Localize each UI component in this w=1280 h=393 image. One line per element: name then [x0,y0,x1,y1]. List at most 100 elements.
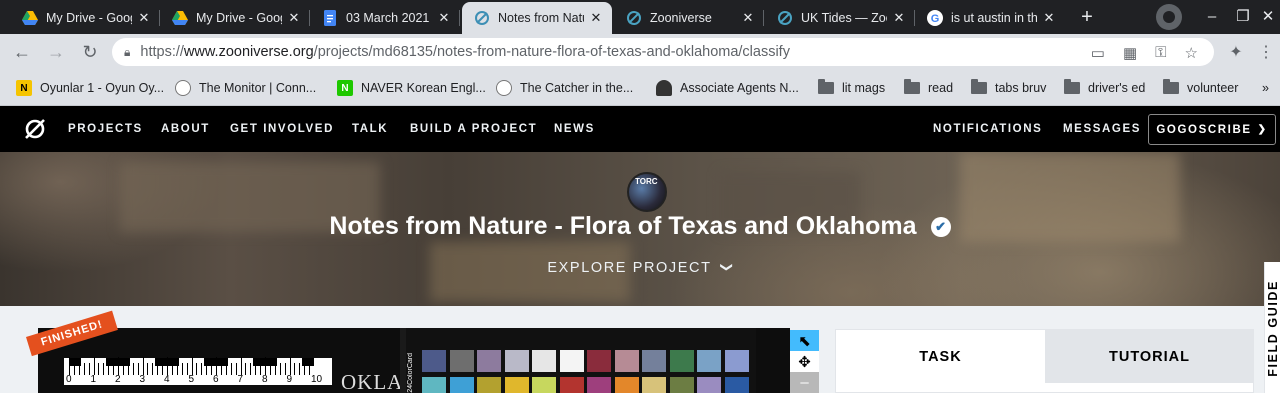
bookmark[interactable]: Associate Agents N... [656,78,799,98]
nav-link-get-involved[interactable]: GET INVOLVED [230,106,334,152]
nav-link-projects[interactable]: PROJECTS [68,106,143,152]
explore-project-button[interactable]: EXPLORE PROJECT ❯ [0,260,1280,276]
user-menu-button[interactable]: GOGOSCRIBE ❯ [1148,114,1276,145]
menu-icon[interactable]: ⋮ [1254,40,1278,64]
browser-tab[interactable]: UK Tides — Zooniverse ✕ [765,2,915,34]
nav-link-talk[interactable]: TALK [352,106,388,152]
close-tab-icon[interactable]: ✕ [891,10,907,26]
extensions-icon[interactable]: ✦ [1224,40,1248,64]
chevron-down-icon: ❯ [719,262,734,274]
zooniverse-logo-icon[interactable] [24,118,46,140]
color-swatch [449,350,474,372]
browser-tab-active[interactable]: Notes from Nature ✕ [462,2,612,34]
tab-tutorial[interactable]: TUTORIAL [1045,330,1254,383]
qr-code-icon[interactable]: ▦ [1123,44,1137,62]
bookmark-folder[interactable]: driver's ed [1064,78,1145,98]
tab-task[interactable]: TASK [836,330,1045,383]
nav-link-about[interactable]: ABOUT [161,106,210,152]
close-tab-icon[interactable]: ✕ [286,10,302,26]
new-tab-button[interactable]: + [1073,6,1101,28]
google-drive-icon [22,10,38,26]
color-swatch [697,350,721,372]
reload-icon[interactable]: ↻ [78,40,102,64]
bookmark-folder[interactable]: lit mags [818,78,885,98]
color-swatch [504,350,529,372]
forward-icon[interactable]: → [44,40,68,64]
key-icon[interactable]: ⚿ [1155,44,1166,62]
color-swatch [449,377,474,393]
address-bar[interactable]: 🔒︎ https://www.zooniverse.org/projects/m… [112,38,1214,66]
folder-icon [818,79,834,94]
close-tab-icon[interactable]: ✕ [740,10,756,26]
color-swatch [532,377,556,393]
browser-tab[interactable]: 03 March 2021 ✕ [310,2,460,34]
close-tab-icon[interactable]: ✕ [1041,10,1057,26]
cast-icon[interactable]: ▭ [1091,44,1105,62]
bookmark[interactable]: N Oyunlar 1 - Oyun Oy... [16,78,164,98]
url-scheme: https:// [140,44,184,60]
back-icon[interactable]: ← [10,40,34,64]
tab-title: is ut austin in the [951,11,1037,25]
color-swatch [422,350,446,372]
zooniverse-icon [626,10,642,26]
color-swatch [724,377,749,393]
bookmark[interactable]: N NAVER Korean Engl... [337,78,486,98]
tab-title: My Drive - Google Drive [196,11,282,25]
bookmark[interactable]: The Monitor | Conn... [175,78,316,98]
project-hero: TORC Notes from Nature - Flora of Texas … [0,152,1280,306]
star-icon[interactable]: ☆ [1185,44,1198,62]
ruler-number: 4 [164,374,170,385]
bookmark-label: tabs bruv [995,81,1047,95]
svg-text:G: G [931,13,940,25]
bookmarks-bar: N Oyunlar 1 - Oyun Oy... The Monitor | C… [0,70,1280,106]
zooniverse-icon [474,10,490,26]
close-tab-icon[interactable]: ✕ [136,10,152,26]
field-guide-tab[interactable]: FIELD GUIDE [1264,262,1280,393]
tab-title: UK Tides — Zooniverse [801,11,887,25]
bookmark-folder[interactable]: tabs bruv [971,78,1046,98]
nav-link-news[interactable]: NEWS [554,106,595,152]
nav-link-notifications[interactable]: NOTIFICATIONS [933,106,1042,152]
ruler-number: 9 [286,374,293,385]
move-tool-icon[interactable]: ✥ [790,351,819,372]
close-tab-icon[interactable]: ✕ [588,10,604,26]
bookmark-folder[interactable]: read [904,78,953,98]
explore-project-label: EXPLORE PROJECT [547,260,712,276]
minimize-icon[interactable]: – [1197,4,1227,28]
browser-tab[interactable]: G is ut austin in the ✕ [915,2,1065,34]
browser-tab-strip: My Drive - Google Drive ✕ My Drive - Goo… [0,0,1280,34]
task-panel: TASK TUTORIAL [835,329,1254,393]
close-tab-icon[interactable]: ✕ [436,10,452,26]
bookmark-label: lit mags [842,81,886,95]
scale-ruler: 0 1 2 3 4 5 6 7 8 9 10 [64,357,332,385]
bookmarks-overflow-icon[interactable]: » [1262,78,1269,98]
close-window-icon[interactable]: ✕ [1253,4,1280,28]
bookmark-folder[interactable]: volunteer [1163,78,1238,98]
globe-icon [496,80,512,96]
profile-icon[interactable] [1156,4,1182,30]
ruler-number: 1 [90,374,97,385]
project-avatar[interactable]: TORC [627,172,667,212]
subject-image[interactable]: 0 1 2 3 4 5 6 7 8 9 10 OKLA 24ColorCard [38,328,790,393]
tab-title: My Drive - Google Drive [46,11,132,25]
tab-title: 03 March 2021 [346,11,430,25]
project-title-text: Notes from Nature - Flora of Texas and O… [329,212,917,240]
zoom-out-tool-icon[interactable]: – [790,372,819,393]
bookmark-label: volunteer [1187,81,1239,95]
pointer-tool-icon[interactable]: ⬉ [790,330,819,351]
nav-link-build-a-project[interactable]: BUILD A PROJECT [410,106,537,152]
browser-tab[interactable]: My Drive - Google Drive ✕ [160,2,310,34]
google-icon: G [927,10,943,26]
bookmark[interactable]: The Catcher in the... [496,78,633,98]
folder-icon [1163,79,1179,94]
nav-link-messages[interactable]: MESSAGES [1063,106,1141,152]
color-swatch [669,350,694,372]
naver-icon: N [337,80,353,96]
url-path: /projects/md68135/notes-from-nature-flor… [313,44,790,60]
color-swatch [587,377,611,393]
globe-icon [175,80,191,96]
yellow-n-icon: N [16,80,32,96]
color-swatch [614,377,639,393]
browser-tab[interactable]: My Drive - Google Drive ✕ [10,2,160,34]
browser-tab[interactable]: Zooniverse ✕ [614,2,764,34]
